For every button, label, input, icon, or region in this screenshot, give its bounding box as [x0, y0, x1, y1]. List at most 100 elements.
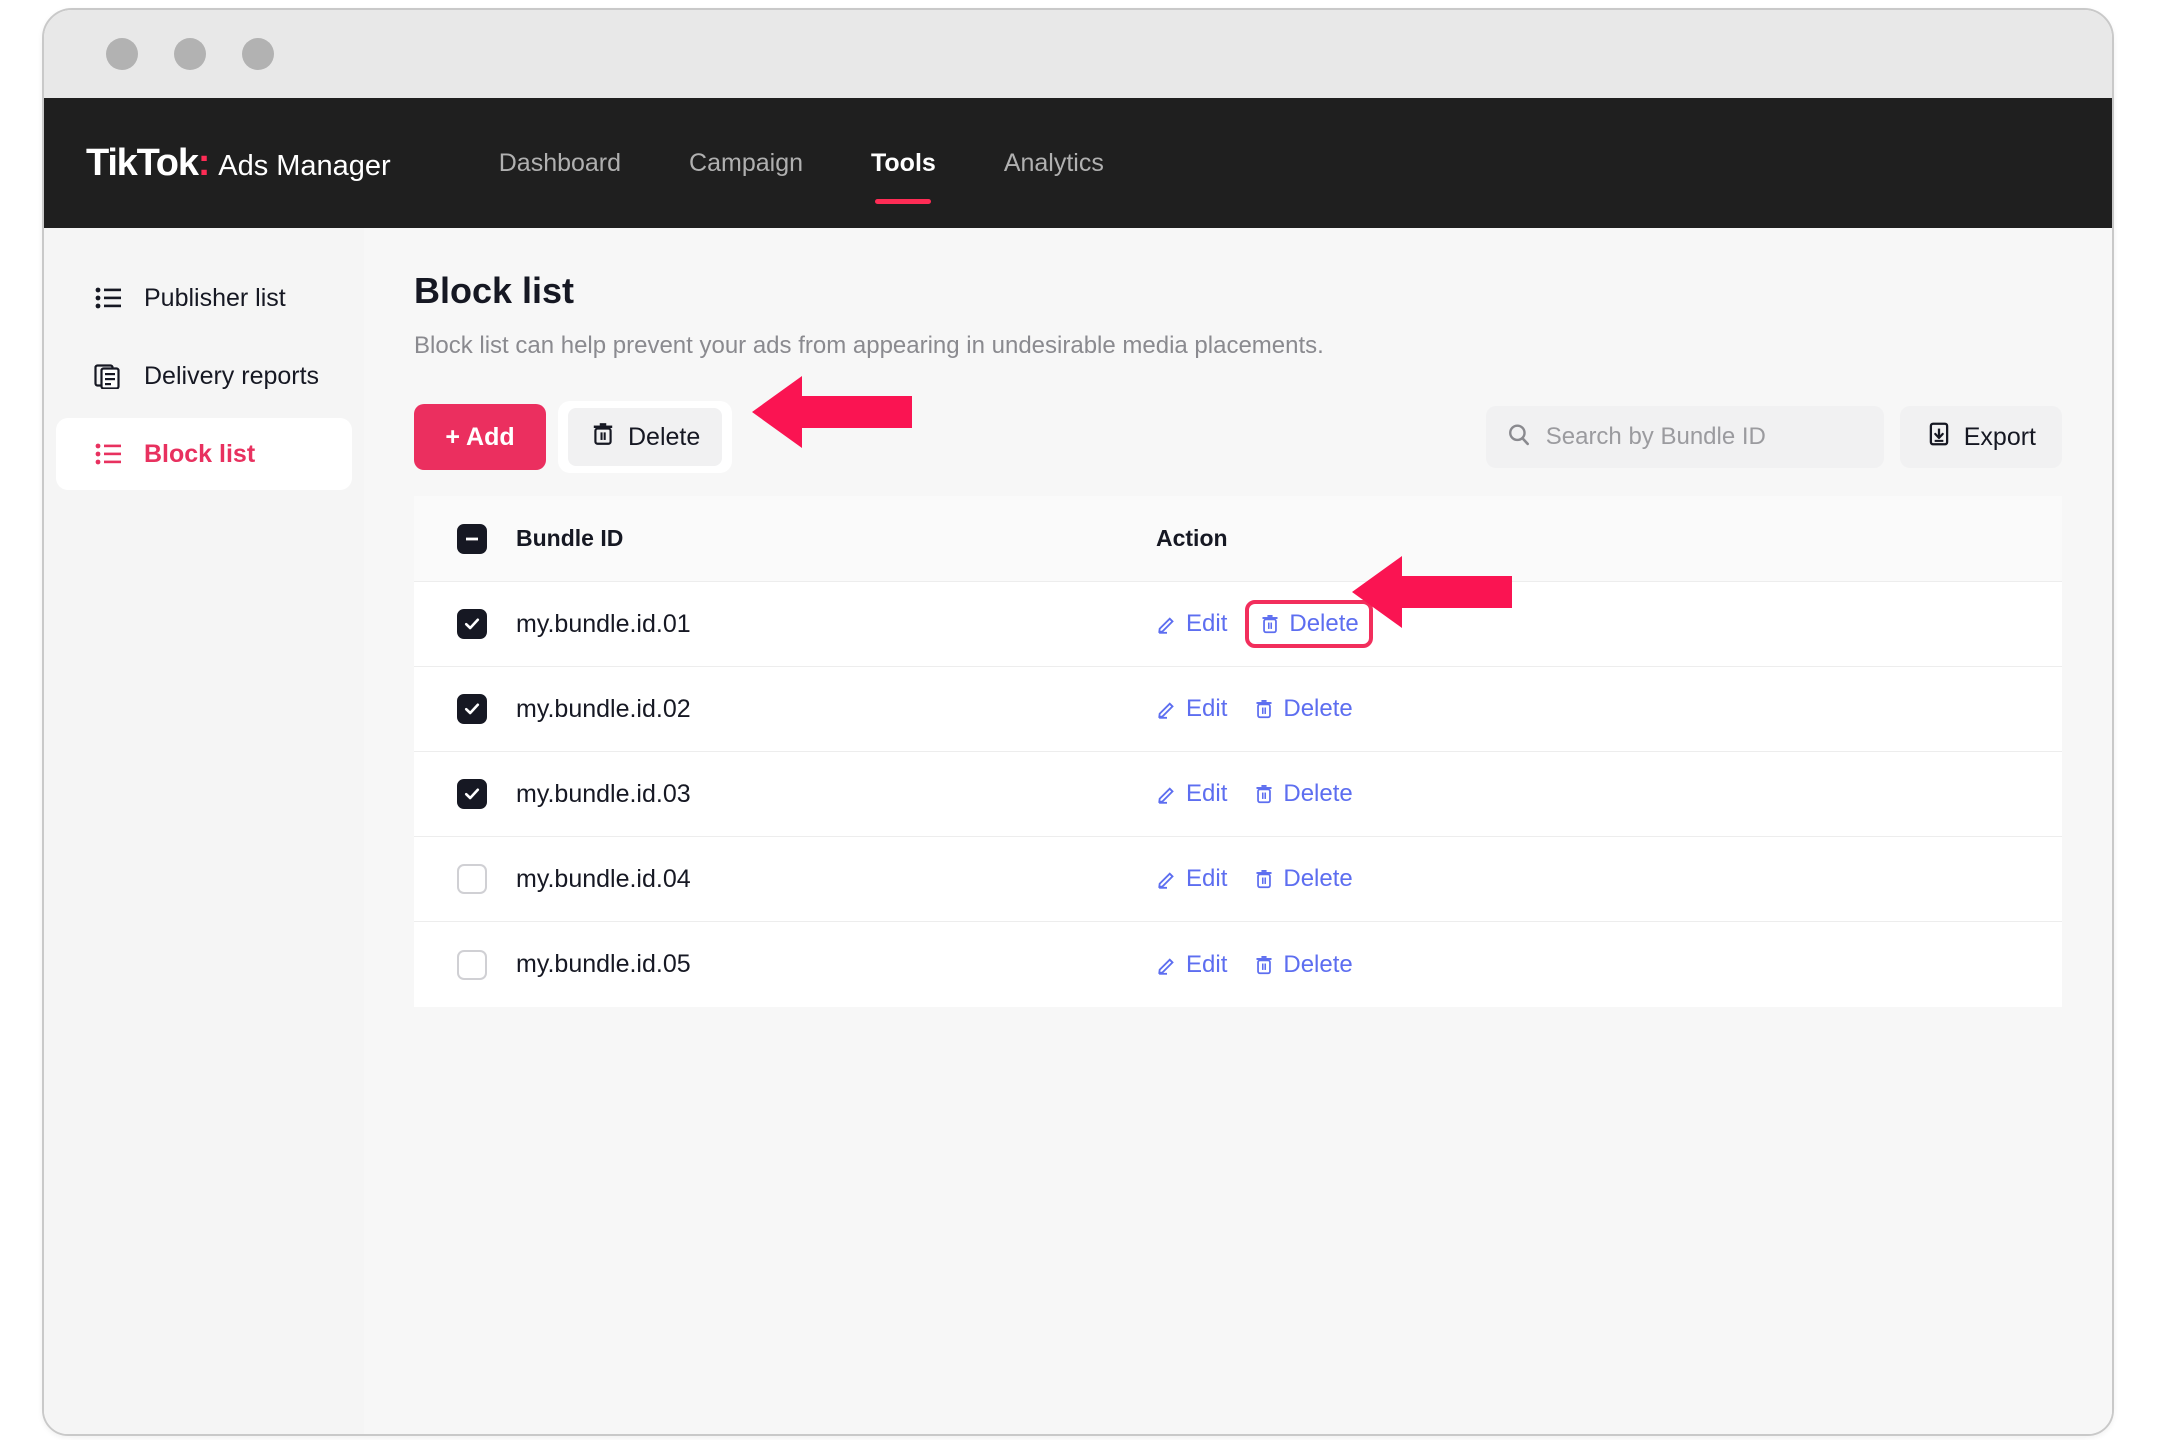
sidebar-item-label: Block list — [144, 439, 256, 468]
sidebar-item-label: Delivery reports — [144, 361, 320, 390]
document-copy-icon — [94, 363, 122, 390]
row-actions: Edit Delete — [1156, 865, 2062, 893]
row-edit-link[interactable]: Edit — [1156, 780, 1227, 808]
sidebar-item-publisher-list[interactable]: Publisher list — [56, 262, 352, 334]
sidebar-item-block-list[interactable]: Block list — [56, 418, 352, 490]
row-edit-link[interactable]: Edit — [1156, 695, 1227, 723]
trash-icon — [590, 421, 616, 454]
main-content: Block list Block list can help prevent y… — [364, 228, 2112, 1434]
export-button-label: Export — [1963, 422, 2036, 451]
row-delete-label: Delete — [1289, 610, 1359, 637]
brand-subtitle: Ads Manager — [218, 149, 391, 182]
pencil-icon — [1158, 787, 1174, 804]
toolbar-right-group: Export — [1485, 406, 2062, 468]
app-body: Publisher list Delivery reports Block li… — [44, 228, 2112, 1434]
row-actions: Edit Delete — [1156, 695, 2062, 723]
row-checkbox[interactable] — [457, 779, 487, 809]
page-description: Block list can help prevent your ads fro… — [414, 332, 1324, 359]
sidebar: Publisher list Delivery reports Block li… — [44, 228, 364, 1434]
row-edit-label: Edit — [1186, 610, 1228, 637]
search-input[interactable] — [1545, 423, 1864, 451]
row-select-cell — [414, 609, 516, 639]
row-delete-link[interactable]: Delete — [1253, 780, 1353, 808]
table-row[interactable]: my.bundle.id.03 Edit Delete — [414, 752, 2062, 837]
column-header-action: Action — [1156, 525, 1228, 551]
traffic-light-maximize-icon[interactable] — [242, 38, 274, 70]
row-delete-link[interactable]: Delete — [1253, 695, 1353, 723]
screenshot-root: TikTok: Ads Manager Dashboard Campaign T… — [0, 0, 2160, 1440]
traffic-light-minimize-icon[interactable] — [174, 38, 206, 70]
row-checkbox[interactable] — [457, 949, 487, 980]
table-row[interactable]: my.bundle.id.02 Edit Delete — [414, 667, 2062, 752]
row-edit-link[interactable]: Edit — [1156, 951, 1227, 979]
row-bundle-id: my.bundle.id.01 — [516, 609, 691, 638]
add-button[interactable]: + Add — [414, 404, 546, 470]
row-delete-label: Delete — [1283, 695, 1353, 722]
row-edit-label: Edit — [1186, 950, 1228, 978]
row-actions: Edit Delete — [1156, 951, 2062, 979]
row-actions: Edit Delete — [1156, 780, 2062, 808]
row-checkbox[interactable] — [457, 609, 487, 639]
browser-window: TikTok: Ads Manager Dashboard Campaign T… — [42, 8, 2114, 1436]
block-list-table: Bundle ID Action my.bundle.id.01 Edit De… — [414, 496, 2062, 1007]
delete-button[interactable]: Delete — [568, 408, 723, 466]
sidebar-item-delivery-reports[interactable]: Delivery reports — [56, 340, 352, 412]
row-delete-link[interactable]: Delete — [1259, 610, 1359, 638]
row-edit-link[interactable]: Edit — [1156, 865, 1227, 893]
table-row[interactable]: my.bundle.id.05 Edit Delete — [414, 922, 2062, 1007]
row-select-cell — [414, 949, 516, 980]
row-delete-link[interactable]: Delete — [1253, 950, 1353, 979]
row-actions: Edit Delete — [1156, 600, 2062, 648]
delete-button-label: Delete — [628, 422, 701, 451]
search-icon — [1506, 422, 1532, 453]
row-delete-link[interactable]: Delete — [1253, 865, 1353, 893]
table-row[interactable]: my.bundle.id.04 Edit Delete — [414, 837, 2062, 922]
trash-icon — [1256, 785, 1272, 804]
list-dots-icon — [94, 441, 122, 467]
select-all-cell — [414, 523, 516, 554]
sidebar-item-label: Publisher list — [144, 283, 286, 312]
nav-item-campaign[interactable]: Campaign — [655, 149, 837, 178]
delete-button-highlight: Delete — [558, 401, 733, 473]
trash-icon — [1262, 615, 1278, 634]
row-delete-label: Delete — [1283, 950, 1353, 978]
search-box[interactable] — [1485, 406, 1884, 468]
nav-item-tools[interactable]: Tools — [837, 149, 970, 178]
row-edit-label: Edit — [1186, 780, 1228, 807]
page-title: Block list — [414, 270, 575, 311]
brand-logo[interactable]: TikTok: Ads Manager — [86, 142, 391, 185]
row-delete-label: Delete — [1283, 865, 1353, 892]
row-checkbox[interactable] — [457, 864, 487, 894]
trash-icon — [1256, 700, 1272, 719]
row-select-cell — [414, 864, 516, 894]
list-dots-icon — [94, 285, 122, 311]
pencil-icon — [1158, 702, 1174, 719]
nav-item-analytics[interactable]: Analytics — [970, 149, 1138, 178]
row-delete-highlight: Delete — [1245, 600, 1373, 648]
pencil-icon — [1158, 957, 1174, 975]
export-button[interactable]: Export — [1899, 406, 2062, 468]
top-navigation-bar: TikTok: Ads Manager Dashboard Campaign T… — [44, 98, 2112, 228]
select-all-checkbox[interactable] — [457, 523, 487, 554]
table-header-row: Bundle ID Action — [414, 496, 2062, 582]
row-bundle-id: my.bundle.id.02 — [516, 694, 691, 723]
row-checkbox[interactable] — [457, 694, 487, 724]
trash-icon — [1256, 955, 1272, 974]
brand-logo-colon: : — [197, 141, 211, 184]
row-edit-label: Edit — [1186, 695, 1228, 722]
row-edit-label: Edit — [1186, 865, 1228, 892]
table-row[interactable]: my.bundle.id.01 Edit Delete — [414, 582, 2062, 667]
traffic-light-close-icon[interactable] — [106, 38, 138, 70]
row-edit-link[interactable]: Edit — [1156, 610, 1227, 638]
brand-logo-text: TikTok — [86, 141, 199, 184]
export-file-icon — [1926, 421, 1952, 454]
nav-item-dashboard[interactable]: Dashboard — [465, 149, 655, 178]
column-header-bundle-id: Bundle ID — [516, 525, 624, 551]
pencil-icon — [1158, 617, 1174, 634]
row-delete-label: Delete — [1283, 780, 1353, 807]
row-select-cell — [414, 694, 516, 724]
row-bundle-id: my.bundle.id.05 — [516, 950, 691, 978]
pencil-icon — [1158, 872, 1174, 889]
row-bundle-id: my.bundle.id.03 — [516, 779, 691, 808]
row-bundle-id: my.bundle.id.04 — [516, 864, 691, 893]
